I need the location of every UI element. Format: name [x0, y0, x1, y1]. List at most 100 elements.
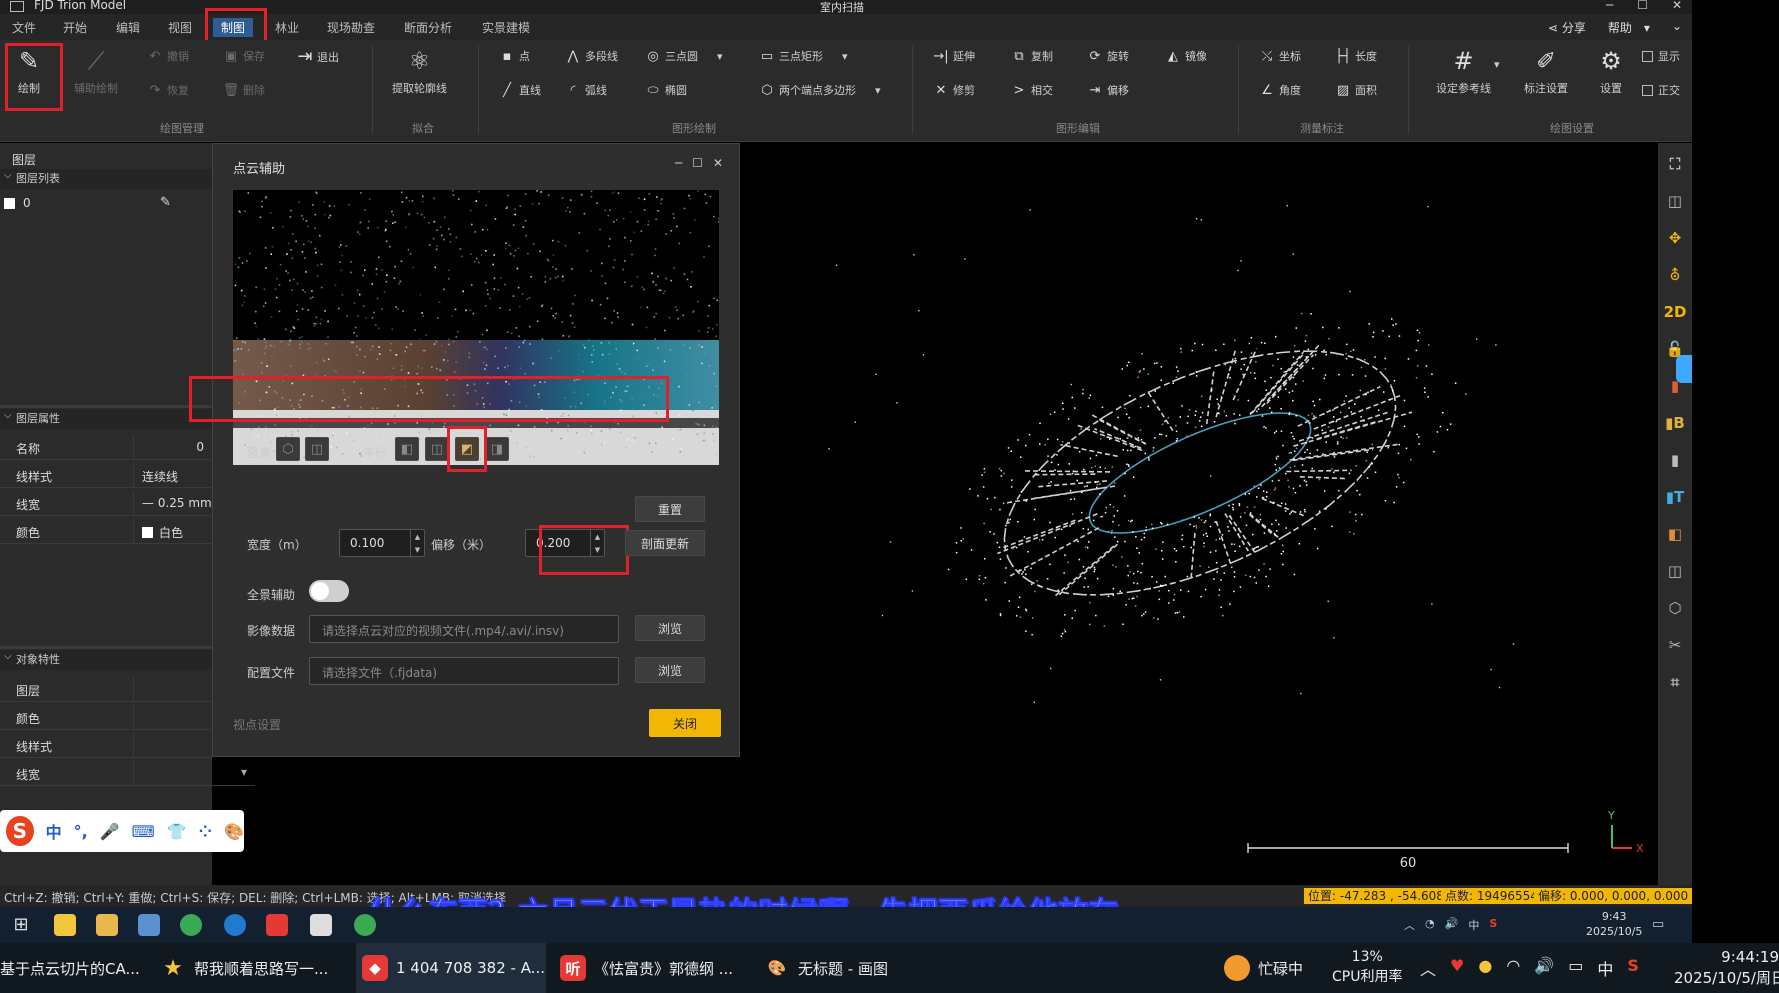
- microphone-icon[interactable]: 🎤: [100, 822, 120, 841]
- crop-icon[interactable]: ⌗: [1664, 671, 1686, 693]
- busy-status[interactable]: 忙碌中: [1224, 943, 1324, 993]
- coordinate-tool[interactable]: ⤯ 坐标: [1260, 48, 1301, 64]
- assist-draw-button[interactable]: ⟋ 辅助绘制: [74, 46, 118, 96]
- show-checkbox[interactable]: 显示: [1642, 48, 1680, 64]
- extract-contour-button[interactable]: ⚛ 提取轮廓线: [392, 46, 447, 96]
- chevron-down-icon[interactable]: ▾: [842, 50, 848, 63]
- tray-volume-icon[interactable]: 🔊: [1445, 917, 1459, 933]
- layer-item[interactable]: 0: [4, 196, 31, 210]
- collapse-ribbon-icon[interactable]: ⌄: [1672, 19, 1682, 36]
- parallel-mode-4-icon[interactable]: ◨: [485, 437, 509, 461]
- dialog-close-button[interactable]: 关闭: [649, 709, 721, 737]
- parallel-mode-3-icon[interactable]: ◩: [455, 437, 479, 461]
- browse-video-button[interactable]: 浏览: [635, 615, 705, 641]
- save-button[interactable]: ▣ 保存: [224, 48, 265, 64]
- config-file-input[interactable]: 请选择文件（.fjdata): [309, 657, 619, 685]
- taskbar-item-paint[interactable]: 🎨 无标题 - 画图: [764, 943, 934, 993]
- reset-button[interactable]: 重置: [635, 496, 705, 522]
- tab-view[interactable]: 视图: [168, 19, 192, 36]
- tab-reality-modeling[interactable]: 实景建模: [482, 19, 530, 36]
- axis-icon[interactable]: ⛢: [1664, 264, 1686, 286]
- help-menu[interactable]: 帮助 ▾: [1608, 19, 1650, 36]
- layer-visibility-checkbox[interactable]: [4, 197, 15, 209]
- taskbar-item-audio[interactable]: 听 《怯富贵》郭德纲 ...: [560, 943, 750, 993]
- chevron-down-icon[interactable]: ▾: [1494, 58, 1500, 71]
- tray-ime-indicator[interactable]: 中: [1468, 917, 1479, 933]
- cube-view-icon[interactable]: ◫: [1664, 190, 1686, 212]
- tab-section-analysis[interactable]: 断面分析: [404, 19, 452, 36]
- tab-site-survey[interactable]: 现场勘查: [327, 19, 375, 36]
- volume-icon[interactable]: 🔊: [1534, 956, 1554, 980]
- minimize-button[interactable]: ─: [1606, 0, 1613, 12]
- host-clock[interactable]: 9:44:19 2025/10/5/周日: [1674, 947, 1779, 989]
- taskbar-item-anydesk[interactable]: ◆ 1 404 708 382 - A...: [356, 943, 546, 993]
- ime-indicator[interactable]: 中: [1597, 956, 1613, 980]
- dialog-close-icon[interactable]: ✕: [713, 156, 723, 170]
- trim-tool[interactable]: ✕ 修剪: [934, 82, 975, 98]
- notes-app-icon[interactable]: [138, 914, 160, 936]
- pinned-star-icon[interactable]: [54, 914, 76, 936]
- video-file-input[interactable]: 请选择点云对应的视频文件(.mp4/.avi/.insv): [309, 615, 619, 643]
- section-update-button[interactable]: 剖面更新: [625, 530, 705, 556]
- area-tool[interactable]: ▨ 面积: [1336, 82, 1377, 98]
- tray-sogou-icon[interactable]: S: [1489, 917, 1497, 933]
- offset-input[interactable]: 0.200 ▲ ▼: [525, 529, 605, 557]
- copy-tool[interactable]: ⧉ 复制: [1012, 48, 1053, 64]
- color-band-icon[interactable]: ▮B: [1664, 412, 1686, 434]
- clip-icon[interactable]: ✂: [1664, 634, 1686, 656]
- perspective-icon[interactable]: ⬡: [1664, 597, 1686, 619]
- chevron-down-icon[interactable]: ▾: [241, 765, 247, 779]
- keyboard-icon[interactable]: ⌨: [132, 822, 155, 841]
- ellipse-tool[interactable]: ⬭ 椭圆: [646, 82, 687, 98]
- intensity-icon[interactable]: ▮: [1664, 449, 1686, 471]
- browse-config-button[interactable]: 浏览: [635, 657, 705, 683]
- edit-pencil-icon[interactable]: ✎: [160, 195, 171, 210]
- 2d-view-icon[interactable]: 2D: [1664, 301, 1687, 323]
- dialog-minimize-button[interactable]: ─: [675, 156, 682, 170]
- tab-file[interactable]: 文件: [12, 19, 36, 36]
- two-endpoint-polygon-tool[interactable]: ⬡ 两个端点多边形 ▾: [760, 82, 880, 98]
- file-explorer-icon[interactable]: [96, 914, 118, 936]
- taskbar-item-cad-doc[interactable]: 基于点云切片的CA...: [0, 943, 150, 993]
- set-ref-line-button[interactable]: # 设定参考线: [1436, 46, 1491, 96]
- layer-props-header[interactable]: 图层属性: [0, 406, 212, 429]
- tab-start[interactable]: 开始: [63, 19, 87, 36]
- palette-icon[interactable]: 🎨: [224, 822, 244, 841]
- battery-icon[interactable]: ▭: [1568, 956, 1583, 980]
- three-point-circle-tool[interactable]: ◎ 三点圆 ▾: [646, 48, 723, 64]
- section-preview-canvas[interactable]: [233, 190, 719, 465]
- toolbox-icon[interactable]: ⁘: [199, 822, 212, 841]
- annotation-settings-button[interactable]: ✐ 标注设置: [1524, 46, 1568, 96]
- rotate-tool[interactable]: ⟳ 旋转: [1088, 48, 1129, 64]
- intersect-tool[interactable]: > 相交: [1012, 82, 1053, 98]
- skin-icon[interactable]: 👕: [167, 822, 187, 841]
- tray-app-yellow-icon[interactable]: ●: [1478, 956, 1492, 980]
- share-button[interactable]: ⋖ 分享: [1548, 19, 1586, 36]
- main-3d-viewport[interactable]: 60 Y X: [740, 143, 1658, 885]
- extend-tool[interactable]: →| 延伸: [933, 48, 975, 64]
- mirror-tool[interactable]: ◭ 镜像: [1166, 48, 1207, 64]
- wifi-icon[interactable]: ◠: [1506, 956, 1520, 980]
- panorama-toggle[interactable]: [309, 580, 349, 602]
- taskbar-item-assistant[interactable]: ★ 帮我顺着思路写一...: [160, 943, 350, 993]
- vertical-mode-2-icon[interactable]: ◫: [305, 437, 329, 461]
- tab-forestry[interactable]: 林业: [275, 19, 299, 36]
- dialog-maximize-button[interactable]: ☐: [692, 156, 703, 170]
- maximize-button[interactable]: ☐: [1637, 0, 1648, 12]
- notification-icon[interactable]: ▭: [1652, 917, 1664, 932]
- exit-button[interactable]: ⇥ 退出: [297, 46, 339, 67]
- undo-button[interactable]: ↶ 撤销: [148, 48, 189, 64]
- anydesk-icon[interactable]: [266, 914, 288, 936]
- line-tool[interactable]: ╱ 直线: [500, 82, 541, 98]
- edge-browser-icon[interactable]: [224, 914, 246, 936]
- chevron-down-icon[interactable]: ▾: [717, 50, 723, 63]
- tray-overflow-icon[interactable]: ︿: [1404, 917, 1415, 933]
- tab-drafting[interactable]: 制图: [213, 18, 254, 37]
- wechat-icon[interactable]: [354, 914, 376, 936]
- offset-tool[interactable]: ⇥ 偏移: [1088, 82, 1129, 98]
- vertical-mode-1-icon[interactable]: ⬡: [276, 437, 300, 461]
- sogou-tray-icon[interactable]: S: [1627, 956, 1639, 980]
- object-props-header[interactable]: 对象特性: [0, 647, 212, 670]
- windows-start-icon[interactable]: ⊞: [10, 914, 32, 936]
- viewpoint-settings-link[interactable]: 视点设置: [233, 716, 281, 733]
